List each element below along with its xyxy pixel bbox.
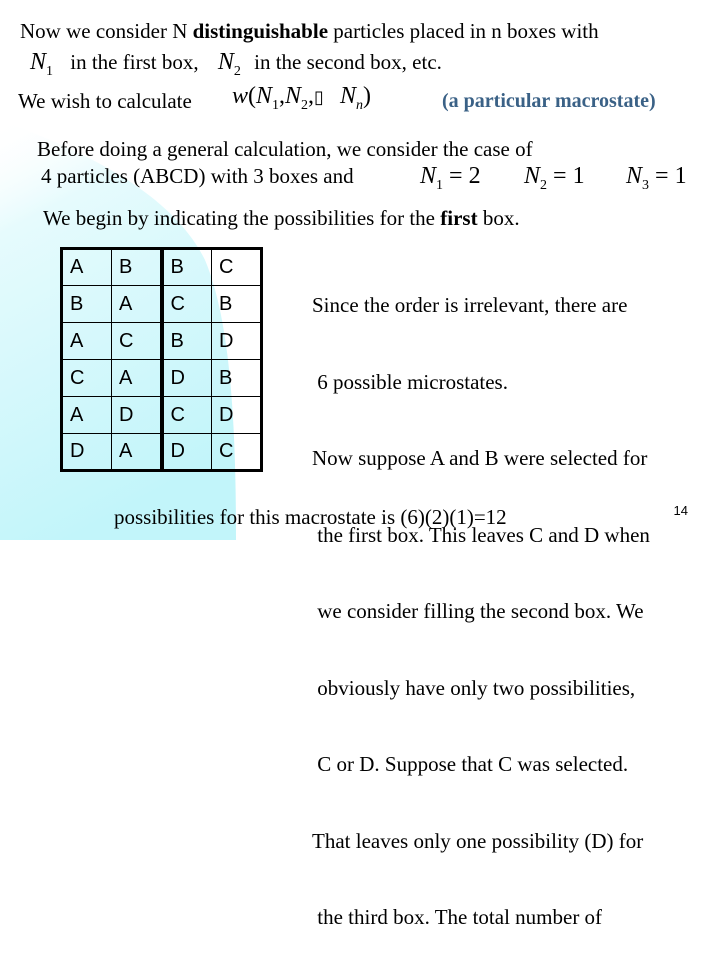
example-line-1: Before doing a general calculation, we c… (37, 137, 533, 161)
table-cell: D (161, 359, 212, 397)
result-line: possibilities for this macrostate is (6)… (114, 505, 507, 529)
w-formula: w(N1,N2,▯ Nn) (232, 83, 371, 113)
explanation-line: the third box. The total number of (312, 905, 603, 929)
table-cell: D (211, 396, 262, 434)
table-cell: B (61, 285, 112, 323)
condition-n3: N3 = 1 (626, 163, 687, 193)
table-cell: D (161, 433, 212, 471)
table-cell: A (111, 285, 164, 323)
table-cell: B (161, 322, 212, 360)
table-row: A D C D (61, 396, 262, 434)
explanation-line: 6 possible microstates. (312, 369, 508, 394)
table-cell: A (111, 359, 164, 397)
first-box-text-pre: We begin by indicating the possibilities… (43, 206, 441, 230)
table-cell: A (111, 433, 164, 471)
goal-line: We wish to calculate (18, 89, 192, 113)
first-box-emphasis: first (440, 206, 478, 230)
condition-n1: N1 = 2 (420, 163, 481, 193)
explanation-block: Since the order is irrelevant, there are… (312, 242, 650, 956)
example-line-2: 4 particles (ABCD) with 3 boxes and (41, 164, 354, 188)
first-box-line: We begin by indicating the possibilities… (43, 206, 520, 230)
table-cell: B (211, 285, 262, 323)
table-cell: B (111, 248, 164, 286)
table-cell: C (161, 285, 212, 323)
table-cell: D (211, 322, 262, 360)
table-cell: C (211, 433, 262, 471)
table-row: C A D B (61, 359, 262, 397)
table-cell: D (111, 396, 164, 434)
explanation-line: That leaves only one possibility (D) for (312, 828, 644, 853)
table-cell: D (61, 433, 112, 471)
microstate-table: A B B C B A C B A C B D C A D B A D C D (60, 247, 263, 472)
table-cell: B (211, 359, 262, 397)
table-row: D A D C (61, 433, 262, 471)
intro-emphasis: distinguishable (192, 19, 329, 43)
explanation-line: Now suppose A and B were selected for (312, 446, 648, 470)
table-cell: C (161, 396, 212, 434)
first-box-text-post: box. (477, 206, 520, 230)
table-row: A C B D (61, 322, 262, 360)
explanation-line: we consider filling the second box. We (312, 599, 644, 623)
table-cell: C (61, 359, 112, 397)
explanation-line: obviously have only two possibilities, (312, 675, 636, 700)
explanation-line: C or D. Suppose that C was selected. (312, 752, 629, 776)
table-cell: C (211, 248, 262, 286)
condition-n2: N2 = 1 (524, 163, 585, 193)
intro-second-box-text: in the second box, etc. (254, 50, 442, 74)
n1-symbol: N1 (30, 49, 54, 79)
page-number: 14 (673, 503, 688, 518)
table-cell: C (111, 322, 164, 360)
table-cell: A (61, 396, 112, 434)
explanation-line: Since the order is irrelevant, there are (312, 293, 628, 317)
table-cell: A (61, 248, 112, 286)
intro-line-2: N1 in the first box, N2 in the second bo… (30, 50, 442, 84)
intro-text-post: particles placed in n boxes with (328, 19, 599, 43)
table-cell: A (61, 322, 112, 360)
intro-line-1: Now we consider N distinguishable partic… (20, 19, 599, 43)
macrostate-note: (a particular macrostate) (442, 90, 656, 112)
table-row: B A C B (61, 285, 262, 323)
intro-first-box-text: in the first box, (70, 50, 199, 74)
intro-text-pre: Now we consider N (20, 19, 193, 43)
goal-label: We wish to calculate (18, 89, 192, 113)
missing-glyph-box: ▯ (314, 87, 324, 107)
table-cell: B (161, 248, 212, 286)
n2-symbol: N2 (217, 49, 241, 79)
table-row: A B B C (61, 248, 262, 286)
